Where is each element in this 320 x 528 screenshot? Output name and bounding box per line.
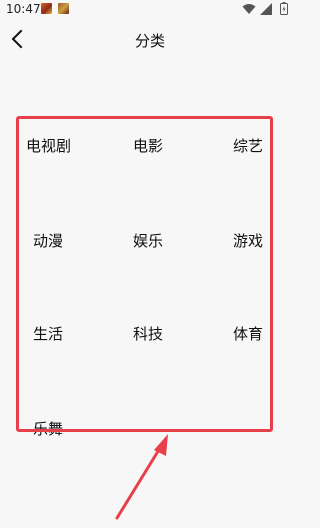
category-item-music-dance[interactable]: 乐舞 [33, 419, 63, 439]
category-item-anime[interactable]: 动漫 [33, 231, 63, 251]
category-item-sports[interactable]: 体育 [233, 324, 263, 344]
category-item-technology[interactable]: 科技 [133, 324, 163, 344]
category-item-variety[interactable]: 综艺 [233, 136, 263, 156]
category-item-games[interactable]: 游戏 [233, 231, 263, 251]
category-item-movies[interactable]: 电影 [133, 136, 163, 156]
category-grid: 电视剧 电影 综艺 动漫 娱乐 游戏 生活 科技 体育 乐舞 [0, 0, 300, 528]
category-item-entertainment[interactable]: 娱乐 [133, 231, 163, 251]
category-item-life[interactable]: 生活 [33, 324, 63, 344]
category-item-tv-series[interactable]: 电视剧 [26, 136, 71, 156]
